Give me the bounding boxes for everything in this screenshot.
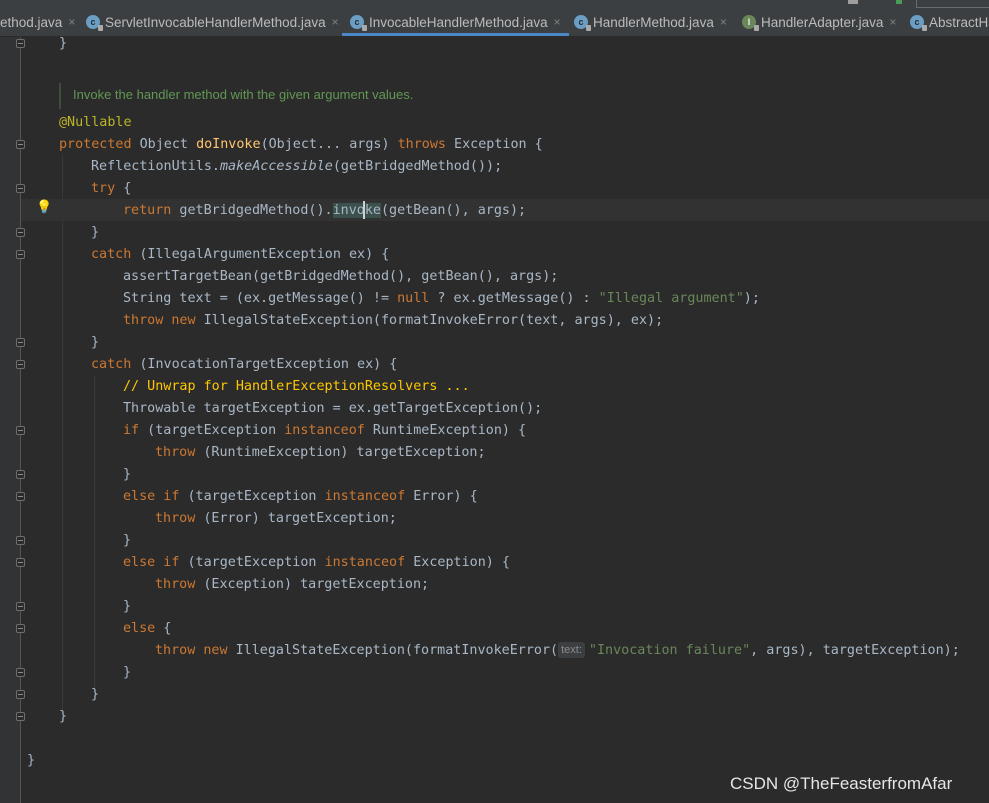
code-line: } [123,665,132,680]
code-line: } [91,335,100,350]
code-line: Throwable targetException = ex.getTarget… [123,401,543,416]
code-line: throw (RuntimeException) targetException… [155,445,486,460]
code-line: assertTargetBean(getBridgedMethod(), get… [123,269,559,284]
code-line: protected Object doInvoke(Object... args… [59,137,543,152]
code-line: } [123,599,132,614]
code-line: catch (InvocationTargetException ex) { [91,357,398,372]
code-line: return getBridgedMethod().invoke(getBean… [123,203,527,218]
parameter-hint: text: [558,642,585,658]
code-line: } [91,687,100,702]
code-line: } [59,709,68,724]
code-line: @Nullable [59,115,132,130]
code-line: } [59,36,68,51]
code-line: throw (Exception) targetException; [155,577,430,592]
code-editor[interactable]: } @Nullable protected Object doInvoke(Ob… [0,0,989,803]
code-line: String text = (ex.getMessage() != null ?… [123,291,760,306]
code-line: } [123,467,132,482]
code-line: ReflectionUtils.makeAccessible(getBridge… [91,159,503,174]
code-line: else if (targetException instanceof Exce… [123,555,510,570]
code-line: try { [91,181,132,196]
code-line: } [27,753,36,768]
code-line: else if (targetException instanceof Erro… [123,489,478,504]
code-line: // Unwrap for HandlerExceptionResolvers … [123,379,470,394]
code-line: throw new IllegalStateException(formatIn… [155,642,960,658]
watermark: CSDN @TheFeasterfromAfar [730,774,953,793]
code-line: throw new IllegalStateException(formatIn… [123,313,664,328]
text-caret [363,201,365,219]
code-line: } [91,225,100,240]
code-line: if (targetException instanceof RuntimeEx… [123,423,527,438]
code-line: throw (Error) targetException; [155,511,397,526]
code-line: catch (IllegalArgumentException ex) { [91,247,390,262]
code-line: } [123,533,132,548]
code-line: else { [123,621,172,636]
